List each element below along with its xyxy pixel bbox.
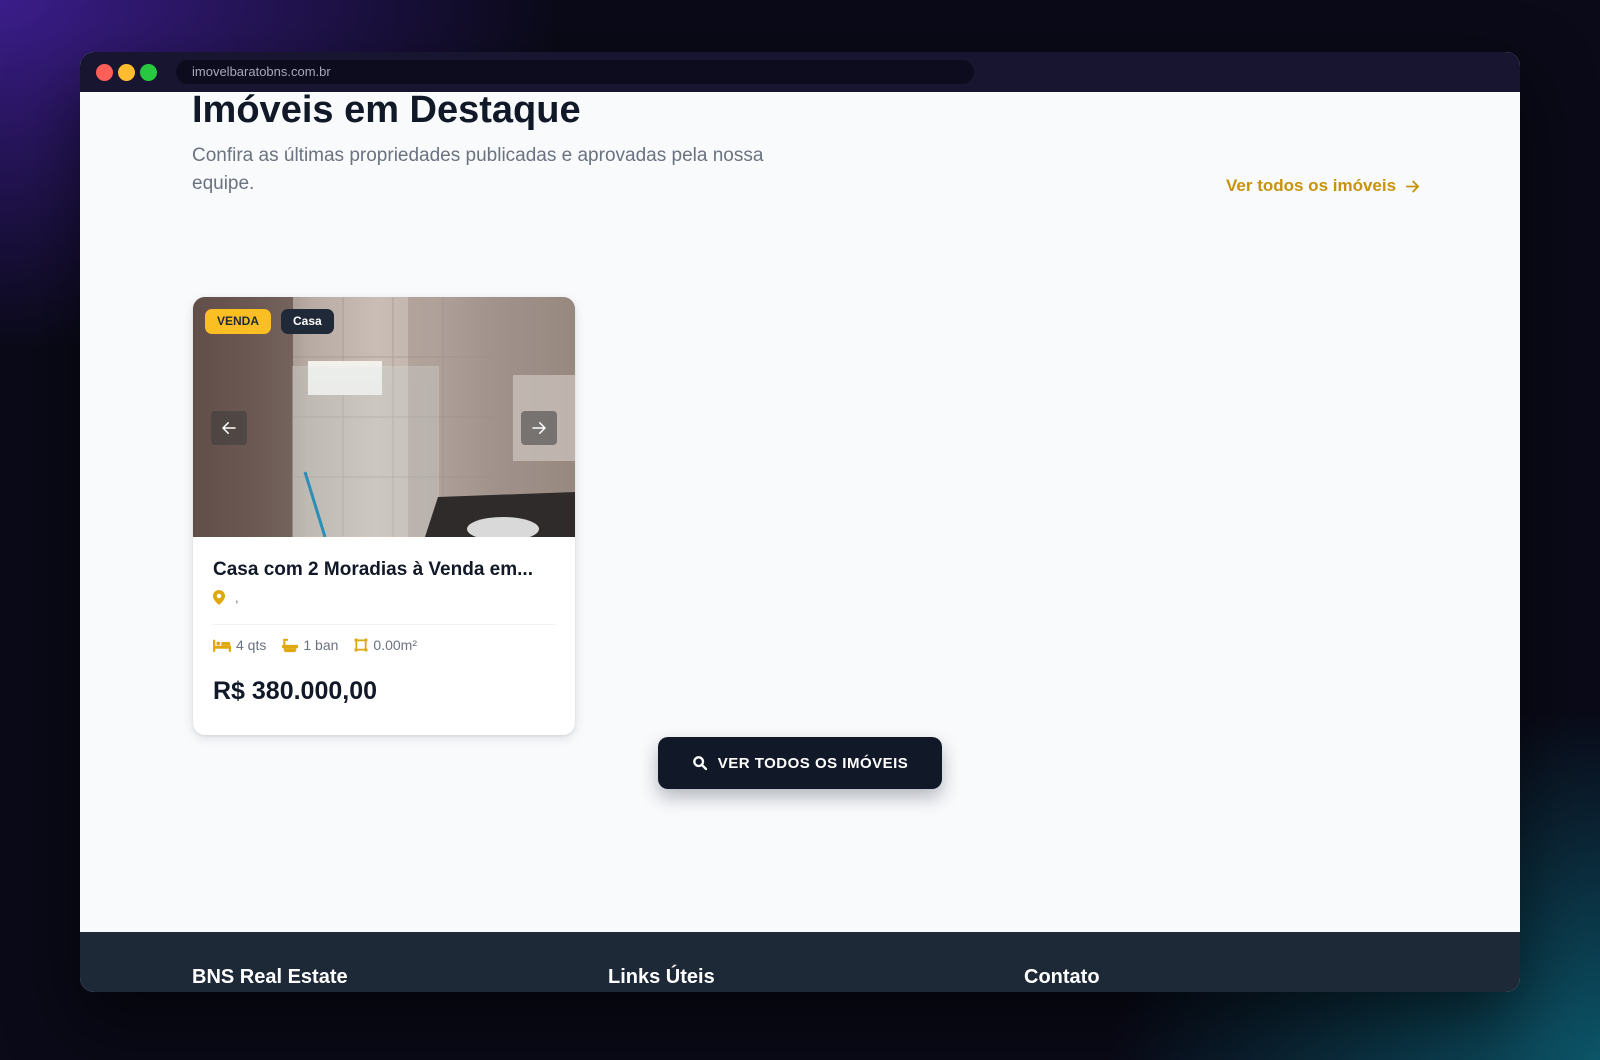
bath-icon [282,638,299,652]
previous-photo-button[interactable] [211,411,247,445]
bedrooms-count: 4 qts [236,637,267,653]
map-pin-icon [213,590,225,605]
arrow-left-icon [222,422,236,434]
property-photo: VENDA Casa [193,297,575,541]
site-footer: BNS Real Estate Links Úteis Contato [80,932,1520,992]
view-all-button-label: VER TODOS OS IMÓVEIS [717,754,909,772]
area-icon [354,638,368,652]
browser-chrome: imovelbaratobns.com.br [80,52,1520,92]
arrow-right-icon [1405,180,1420,192]
see-all-link-label: Ver todos os imóveis [1226,176,1397,195]
footer-brand: BNS Real Estate [192,966,348,988]
property-features: 4 qts 1 ban 0.00m² [213,637,417,653]
see-all-properties-link[interactable]: Ver todos os imóveis [1226,176,1421,196]
property-type-badge: Casa [281,309,334,334]
bathrooms-count: 1 ban [303,637,339,653]
card-divider [213,624,555,625]
bed-icon [213,639,231,652]
location-text: , [235,590,239,605]
featured-section: Imóveis em Destaque Confira as últimas p… [80,89,1520,932]
next-photo-button[interactable] [521,411,557,445]
sale-badge: VENDA [205,309,272,334]
property-price: R$ 380.000,00 [213,677,378,705]
section-title: Imóveis em Destaque [192,89,581,131]
browser-window: imovelbaratobns.com.br Imóveis em Destaq… [80,52,1520,992]
property-location: , [213,590,239,605]
footer-links-heading: Links Úteis [608,966,715,988]
footer-contact-heading: Contato [1024,966,1100,988]
area-feature: 0.00m² [354,637,417,653]
view-all-properties-button[interactable]: VER TODOS OS IMÓVEIS [658,737,942,789]
close-window-button[interactable] [96,64,113,81]
bedrooms-feature: 4 qts [213,637,266,653]
section-subtitle: Confira as últimas propriedades publicad… [192,145,764,194]
maximize-window-button[interactable] [140,64,157,81]
property-title[interactable]: Casa com 2 Moradias à Venda em... [213,559,553,581]
arrow-right-icon [532,422,546,434]
search-icon [692,756,707,771]
bathrooms-feature: 1 ban [282,637,338,653]
area-value: 0.00m² [373,637,417,653]
property-card[interactable]: VENDA Casa Casa com 2 Moradias à Venda e… [193,297,575,735]
address-bar[interactable]: imovelbaratobns.com.br [176,60,974,84]
minimize-window-button[interactable] [118,64,135,81]
